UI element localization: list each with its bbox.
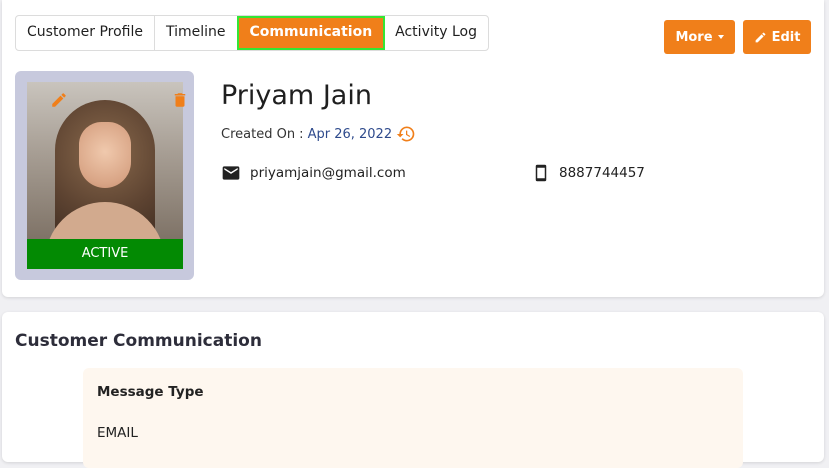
section-title: Customer Communication — [15, 331, 262, 351]
status-badge: ACTIVE — [27, 239, 183, 269]
more-button-label: More — [675, 29, 713, 45]
edit-button-label: Edit — [771, 29, 801, 45]
avatar-frame: ACTIVE — [15, 71, 194, 280]
history-icon[interactable] — [396, 124, 416, 144]
phone-value: 8887744457 — [559, 165, 645, 181]
created-date: Apr 26, 2022 — [307, 126, 393, 142]
mobile-phone-icon — [535, 164, 547, 182]
edit-button[interactable]: Edit — [743, 20, 811, 54]
created-label: Created On : — [221, 126, 304, 142]
tab-timeline[interactable]: Timeline — [155, 16, 238, 50]
email-row: priyamjain@gmail.com — [221, 163, 406, 183]
message-card — [83, 368, 743, 468]
pencil-icon — [755, 32, 765, 42]
tab-customer-profile[interactable]: Customer Profile — [16, 16, 155, 50]
caret-down-icon — [717, 35, 724, 39]
avatar-face — [79, 122, 131, 188]
customer-name: Priyam Jain — [221, 80, 372, 111]
message-type-label: Message Type — [97, 384, 204, 400]
email-value: priyamjain@gmail.com — [250, 165, 406, 181]
mail-icon — [222, 166, 240, 180]
profile-tabs: Customer Profile Timeline Communication … — [15, 15, 489, 51]
pencil-icon[interactable] — [50, 91, 68, 109]
phone-row: 8887744457 — [532, 163, 645, 183]
more-button[interactable]: More — [664, 20, 735, 54]
trash-icon[interactable] — [171, 91, 189, 109]
created-on: Created On : Apr 26, 2022 — [221, 124, 416, 144]
tab-activity-log[interactable]: Activity Log — [384, 16, 488, 50]
message-type-value: EMAIL — [97, 425, 138, 441]
tab-communication[interactable]: Communication — [236, 16, 386, 50]
